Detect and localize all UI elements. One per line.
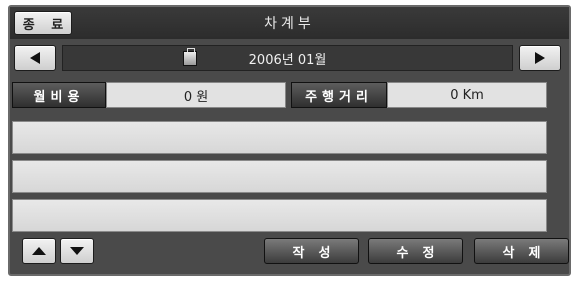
list-item[interactable] xyxy=(12,160,547,193)
footer-toolbar: 작성 수정 삭제 xyxy=(8,236,571,266)
month-label: 2006년 01월 xyxy=(248,52,327,68)
scroll-up-button[interactable] xyxy=(22,238,56,264)
edit-button[interactable]: 수정 xyxy=(368,238,463,264)
distance-value: 0 Km xyxy=(387,82,547,108)
prev-month-button[interactable] xyxy=(14,45,56,71)
delete-button[interactable]: 삭제 xyxy=(474,238,569,264)
left-arrow-icon xyxy=(30,52,40,64)
distance-label: 주행거리 xyxy=(291,82,387,108)
up-arrow-icon xyxy=(32,247,46,255)
summary-row: 월비용 0 원 주행거리 0 Km xyxy=(12,82,547,108)
next-month-button[interactable] xyxy=(519,45,561,71)
scroll-down-button[interactable] xyxy=(60,238,94,264)
list-item[interactable] xyxy=(12,199,547,232)
title-bar: 종 료 차계부 xyxy=(10,7,569,39)
monthly-cost-label: 월비용 xyxy=(12,82,106,108)
right-arrow-icon xyxy=(535,52,545,64)
list-item[interactable] xyxy=(12,121,547,154)
monthly-cost-value: 0 원 xyxy=(106,82,286,108)
down-arrow-icon xyxy=(70,247,84,255)
write-button[interactable]: 작성 xyxy=(264,238,359,264)
month-navigation: 2006년 01월 xyxy=(10,43,569,73)
calendar-icon xyxy=(183,48,197,66)
month-display: 2006년 01월 xyxy=(62,45,513,71)
page-title: 차계부 xyxy=(264,16,315,32)
